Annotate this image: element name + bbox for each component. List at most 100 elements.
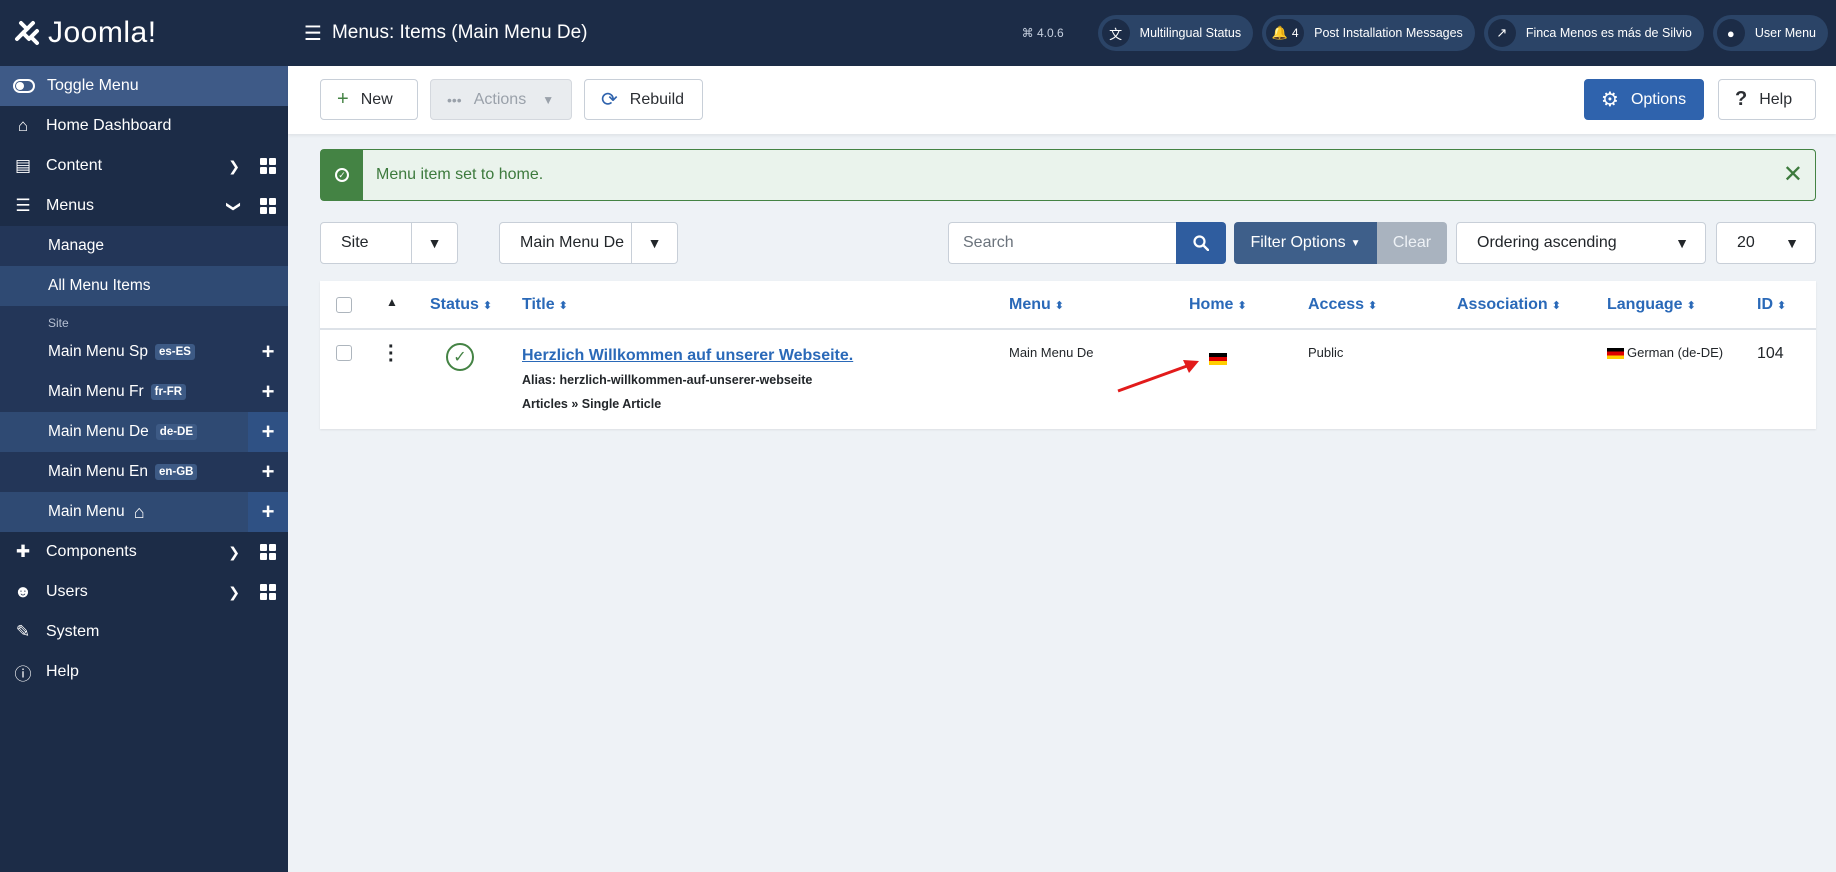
sidebar-item-label: All Menu Items	[48, 277, 151, 294]
options-button[interactable]: ⚙ Options	[1584, 79, 1704, 120]
wrench-icon: ✎	[15, 622, 31, 641]
menu-select[interactable]: Main Menu De ▼	[499, 222, 678, 264]
version-number: 4.0.6	[1036, 26, 1064, 40]
client-select[interactable]: Site ▼	[320, 222, 458, 264]
dashboard-grid-icon[interactable]	[260, 158, 276, 174]
ellipsis-icon: •••	[447, 91, 462, 108]
column-language[interactable]: Language ⬍	[1607, 296, 1696, 314]
search-input[interactable]: Search	[948, 222, 1176, 264]
info-icon: ⓘ	[14, 664, 32, 684]
dashboard-grid-icon[interactable]	[260, 198, 276, 214]
dashboard-grid-icon[interactable]	[260, 544, 276, 560]
language-badge: fr-FR	[150, 384, 187, 400]
sidebar-item-all-menu-items[interactable]: All Menu Items	[0, 266, 288, 306]
rebuild-button[interactable]: ⟳ Rebuild	[584, 79, 703, 120]
post-installation-messages-button[interactable]: 🔔 4 Post Installation Messages	[1262, 15, 1475, 51]
dashboard-grid-icon[interactable]	[260, 584, 276, 600]
clear-button[interactable]: Clear	[1377, 222, 1447, 264]
column-label: Home	[1189, 296, 1234, 313]
column-label: Title	[522, 296, 555, 313]
item-title-link[interactable]: Herzlich Willkommen auf unserer Webseite…	[522, 347, 853, 365]
column-menu[interactable]: Menu ⬍	[1009, 296, 1064, 314]
column-label: Status	[430, 296, 479, 313]
alert-message: Menu item set to home.	[376, 166, 544, 183]
column-association[interactable]: Association ⬍	[1457, 296, 1561, 314]
actions-button[interactable]: ••• Actions ▼	[430, 79, 572, 120]
list-icon: ☰	[304, 22, 322, 45]
sidebar-item-main-menu-en[interactable]: Main Menu En en-GB +	[0, 452, 288, 492]
row-checkbox[interactable]	[336, 345, 352, 361]
chevron-down-icon: ▼	[631, 223, 677, 263]
sidebar-item-main-menu-sp[interactable]: Main Menu Sp es-ES +	[0, 332, 288, 372]
sidebar-item-label: Main Menu De	[48, 423, 149, 440]
limit-select[interactable]: 20 ▼	[1716, 222, 1816, 264]
sidebar-item-components[interactable]: ✚ Components ❯	[0, 532, 288, 572]
site-link-button[interactable]: ↗ Finca Menos es más de Silvio	[1483, 15, 1704, 51]
sidebar-item-home-dashboard[interactable]: ⌂ Home Dashboard	[0, 106, 288, 146]
sidebar-item-users[interactable]: ☻ Users ❯	[0, 572, 288, 612]
sidebar-item-label: Main Menu	[48, 503, 125, 520]
item-menu: Main Menu De	[1009, 345, 1094, 360]
sidebar-item-main-menu-fr[interactable]: Main Menu Fr fr-FR +	[0, 372, 288, 412]
column-status[interactable]: Status ⬍	[430, 296, 492, 314]
column-access[interactable]: Access ⬍	[1308, 296, 1377, 314]
menus-submenu: Manage All Menu Items Site Main Menu Sp …	[0, 226, 288, 532]
sort-ordering-icon[interactable]: ▲	[386, 295, 398, 309]
sidebar-item-menus[interactable]: ☰ Menus ❯	[0, 186, 288, 226]
language-badge: es-ES	[154, 344, 195, 360]
notification-count: 4	[1291, 26, 1299, 40]
item-language: German (de-DE)	[1607, 345, 1723, 360]
search-button[interactable]	[1176, 222, 1226, 264]
item-language-label: German (de-DE)	[1627, 345, 1724, 360]
new-button[interactable]: + New	[320, 79, 418, 120]
add-item-plus-icon[interactable]: +	[248, 332, 288, 372]
help-button[interactable]: ? Help	[1718, 79, 1816, 120]
multilingual-status-label: Multilingual Status	[1139, 26, 1242, 40]
item-id: 104	[1757, 345, 1784, 362]
sidebar-item-manage[interactable]: Manage	[0, 226, 288, 266]
column-title[interactable]: Title ⬍	[522, 296, 568, 314]
sidebar-item-label: System	[46, 623, 100, 640]
chevron-down-icon: ▼	[1350, 237, 1361, 249]
sidebar-item-label: Help	[46, 663, 79, 680]
item-alias: Alias: herzlich-willkommen-auf-unserer-w…	[522, 373, 813, 387]
sort-icon: ⬍	[1686, 300, 1696, 312]
column-home[interactable]: Home ⬍	[1189, 296, 1247, 314]
help-label: Help	[1759, 90, 1793, 108]
language-icon: 文	[1101, 19, 1130, 47]
select-all-checkbox[interactable]	[336, 297, 352, 313]
home-flag-de[interactable]	[1209, 350, 1227, 365]
sidebar-item-system[interactable]: ✎ System	[0, 612, 288, 652]
chevron-down-icon: ▼	[542, 92, 555, 107]
ordering-select[interactable]: Ordering ascending ▼	[1456, 222, 1706, 264]
column-label: ID	[1757, 296, 1773, 313]
chevron-down-icon: ▼	[411, 223, 457, 263]
home-icon: ⌂	[133, 501, 145, 522]
drag-handle-icon[interactable]: · · ·	[388, 337, 395, 371]
user-menu-button[interactable]: ● User Menu	[1712, 15, 1828, 51]
add-item-plus-icon[interactable]: +	[248, 452, 288, 492]
client-select-value: Site	[341, 234, 369, 251]
brand[interactable]: Joomla!	[0, 0, 288, 66]
sidebar-item-content[interactable]: ▤ Content ❯	[0, 146, 288, 186]
gear-icon: ⚙	[1601, 89, 1619, 111]
add-item-plus-icon[interactable]: +	[248, 372, 288, 412]
add-item-plus-icon[interactable]: +	[248, 412, 288, 452]
multilingual-status-button[interactable]: 文 Multilingual Status	[1097, 15, 1254, 51]
sidebar-item-help[interactable]: ⓘ Help	[0, 652, 288, 692]
menu-items-table: ▲ Status ⬍ Title ⬍ Menu ⬍ Home ⬍ Access ⬍ Ass…	[320, 281, 1816, 429]
sort-icon: ⬍	[1777, 300, 1787, 312]
site-link-label: Finca Menos es más de Silvio	[1525, 26, 1692, 40]
add-item-plus-icon[interactable]: +	[248, 492, 288, 532]
sidebar-item-label: Menus	[46, 197, 95, 214]
published-status-icon[interactable]: ✓	[446, 343, 474, 371]
sidebar-item-main-menu-de[interactable]: Main Menu De de-DE +	[0, 412, 288, 452]
filter-options-button[interactable]: Filter Options ▼	[1234, 222, 1377, 264]
new-label: New	[360, 90, 393, 108]
sort-icon: ⬍	[1054, 300, 1064, 312]
sidebar-item-main-menu[interactable]: Main Menu ⌂ +	[0, 492, 288, 532]
column-id[interactable]: ID ⬍	[1757, 296, 1786, 314]
close-icon[interactable]: ✕	[1783, 160, 1803, 189]
sidebar-item-label: Users	[46, 583, 88, 600]
toggle-menu-button[interactable]: Toggle Menu	[0, 66, 288, 106]
